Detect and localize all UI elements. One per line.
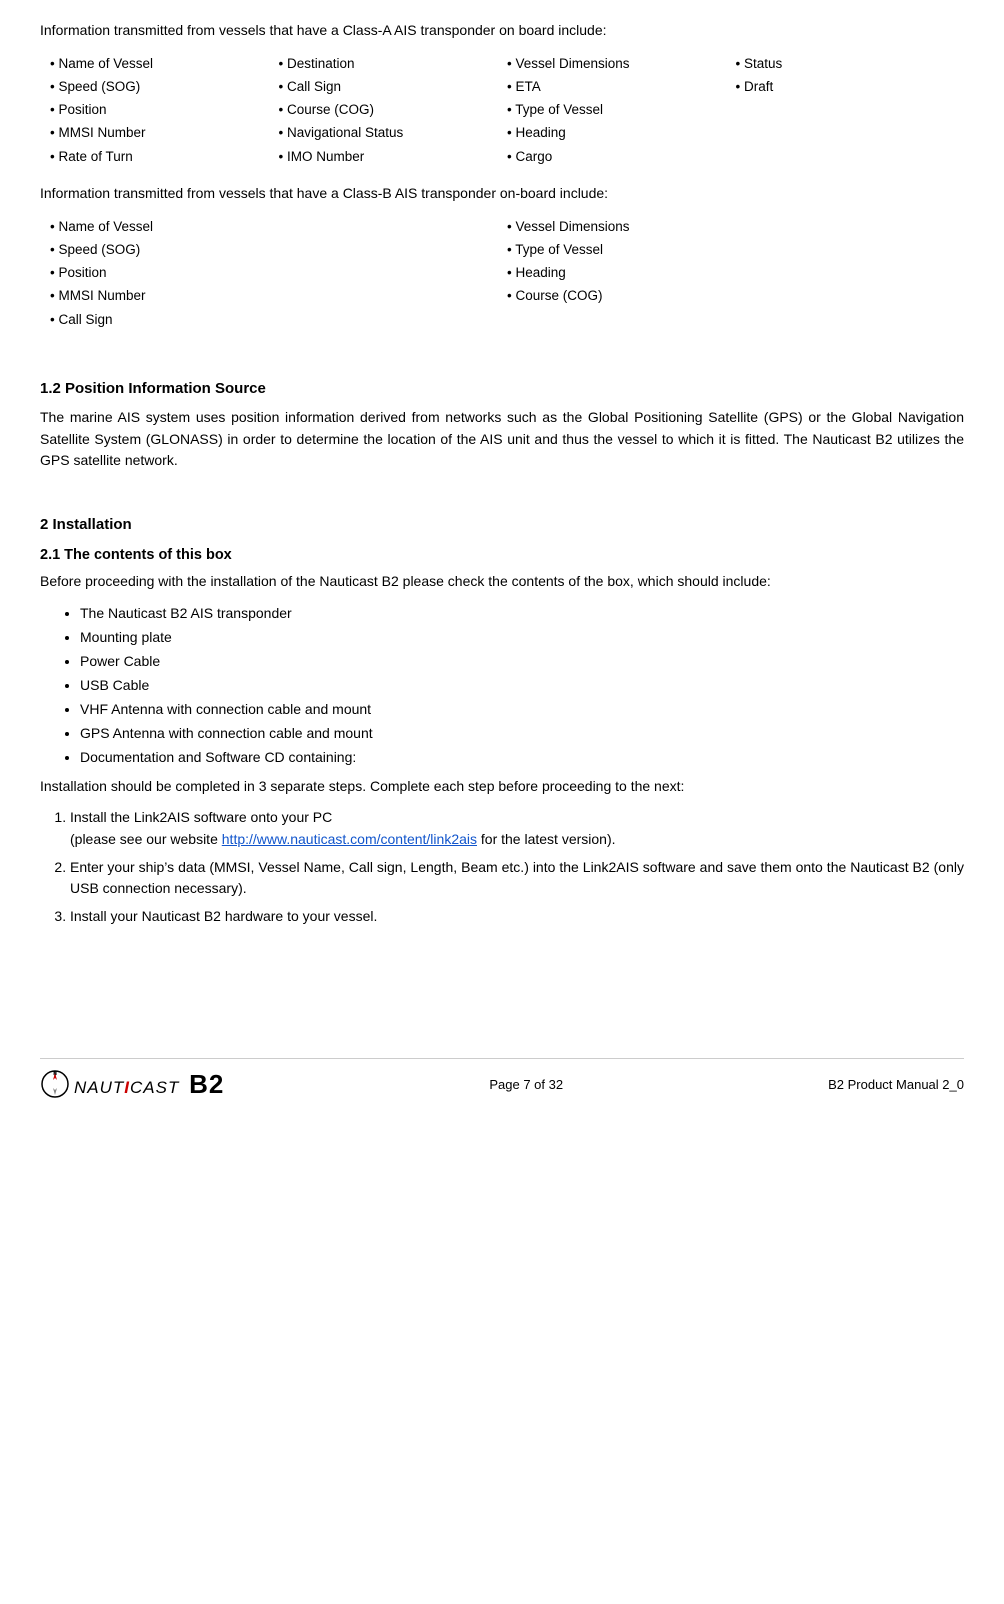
logo-b2: B2 bbox=[189, 1069, 224, 1099]
class-a-col3: Vessel Dimensions ETA Type of Vessel Hea… bbox=[507, 54, 736, 167]
list-item: Cargo bbox=[507, 147, 736, 167]
list-item: Type of Vessel bbox=[507, 240, 964, 260]
list-item: VHF Antenna with connection cable and mo… bbox=[80, 699, 964, 720]
section-2-heading: 2 Installation bbox=[40, 516, 964, 533]
class-b-col1: Name of Vessel Speed (SOG) Position MMSI… bbox=[50, 217, 507, 330]
section-1-2-heading: 1.2 Position Information Source bbox=[40, 380, 964, 397]
section-1-2-body: The marine AIS system uses position info… bbox=[40, 407, 964, 472]
logo-text: NAUTICAST B2 bbox=[74, 1069, 224, 1100]
class-a-header: Information transmitted from vessels tha… bbox=[40, 20, 964, 42]
install-step-3: Install your Nauticast B2 hardware to yo… bbox=[70, 906, 964, 928]
class-b-header: Information transmitted from vessels tha… bbox=[40, 183, 964, 205]
page-number: Page 7 of 32 bbox=[489, 1077, 563, 1092]
list-item: Heading bbox=[507, 123, 736, 143]
svg-text:N: N bbox=[53, 1071, 57, 1077]
list-item: Vessel Dimensions bbox=[507, 217, 964, 237]
list-item: Rate of Turn bbox=[50, 147, 279, 167]
class-b-bullet-grid: Name of Vessel Speed (SOG) Position MMSI… bbox=[50, 217, 964, 330]
section-2-1-intro: Before proceeding with the installation … bbox=[40, 571, 964, 593]
list-item: Position bbox=[50, 263, 507, 283]
footer-logo: N NAUTICAST B2 bbox=[40, 1069, 224, 1100]
install-step-1: Install the Link2AIS software onto your … bbox=[70, 807, 964, 850]
list-item: Destination bbox=[279, 54, 508, 74]
list-item: Heading bbox=[507, 263, 964, 283]
page-content: Information transmitted from vessels tha… bbox=[40, 20, 964, 1100]
list-item: Course (COG) bbox=[279, 100, 508, 120]
list-item: The Nauticast B2 AIS transponder bbox=[80, 603, 964, 624]
class-b-col2: Vessel Dimensions Type of Vessel Heading… bbox=[507, 217, 964, 330]
list-item: MMSI Number bbox=[50, 123, 279, 143]
logo-naut: NAUT bbox=[74, 1078, 124, 1097]
list-item: ETA bbox=[507, 77, 736, 97]
list-item: Type of Vessel bbox=[507, 100, 736, 120]
list-item: Power Cable bbox=[80, 651, 964, 672]
list-item: Position bbox=[50, 100, 279, 120]
list-item: Documentation and Software CD containing… bbox=[80, 747, 964, 768]
logo-cast: CAST bbox=[130, 1078, 179, 1097]
list-item: Status bbox=[736, 54, 965, 74]
class-a-bullet-grid: Name of Vessel Speed (SOG) Position MMSI… bbox=[50, 54, 964, 167]
list-item: USB Cable bbox=[80, 675, 964, 696]
list-item: Speed (SOG) bbox=[50, 240, 507, 260]
version-text: B2 Product Manual 2_0 bbox=[828, 1077, 964, 1092]
box-contents-list: The Nauticast B2 AIS transponder Mountin… bbox=[80, 603, 964, 768]
list-item: Navigational Status bbox=[279, 123, 508, 143]
link2ais-link[interactable]: http://www.nauticast.com/content/link2ai… bbox=[222, 831, 477, 847]
compass-icon: N bbox=[40, 1069, 70, 1099]
list-item: Call Sign bbox=[279, 77, 508, 97]
list-item: Name of Vessel bbox=[50, 54, 279, 74]
step-2-text: Enter your ship’s data (MMSI, Vessel Nam… bbox=[70, 859, 964, 897]
list-item: Vessel Dimensions bbox=[507, 54, 736, 74]
list-item: Speed (SOG) bbox=[50, 77, 279, 97]
step-3-text: Install your Nauticast B2 hardware to yo… bbox=[70, 908, 377, 924]
step-1-link-after: for the latest version). bbox=[477, 831, 616, 847]
list-item: IMO Number bbox=[279, 147, 508, 167]
install-step-2: Enter your ship’s data (MMSI, Vessel Nam… bbox=[70, 857, 964, 900]
list-item: Course (COG) bbox=[507, 286, 964, 306]
list-item: Draft bbox=[736, 77, 965, 97]
class-a-col4: Status Draft bbox=[736, 54, 965, 167]
list-item: MMSI Number bbox=[50, 286, 507, 306]
step-1-sub: (please see our website bbox=[70, 831, 222, 847]
list-item: Name of Vessel bbox=[50, 217, 507, 237]
class-a-col2: Destination Call Sign Course (COG) Navig… bbox=[279, 54, 508, 167]
install-intro: Installation should be completed in 3 se… bbox=[40, 776, 964, 798]
page-footer: N NAUTICAST B2 Page 7 of 32 B2 Product M… bbox=[40, 1058, 964, 1100]
install-steps: Install the Link2AIS software onto your … bbox=[70, 807, 964, 927]
class-a-col1: Name of Vessel Speed (SOG) Position MMSI… bbox=[50, 54, 279, 167]
step-1-text: Install the Link2AIS software onto your … bbox=[70, 809, 332, 825]
list-item: GPS Antenna with connection cable and mo… bbox=[80, 723, 964, 744]
list-item: Mounting plate bbox=[80, 627, 964, 648]
list-item: Call Sign bbox=[50, 310, 507, 330]
section-2-1-heading: 2.1 The contents of this box bbox=[40, 547, 964, 563]
